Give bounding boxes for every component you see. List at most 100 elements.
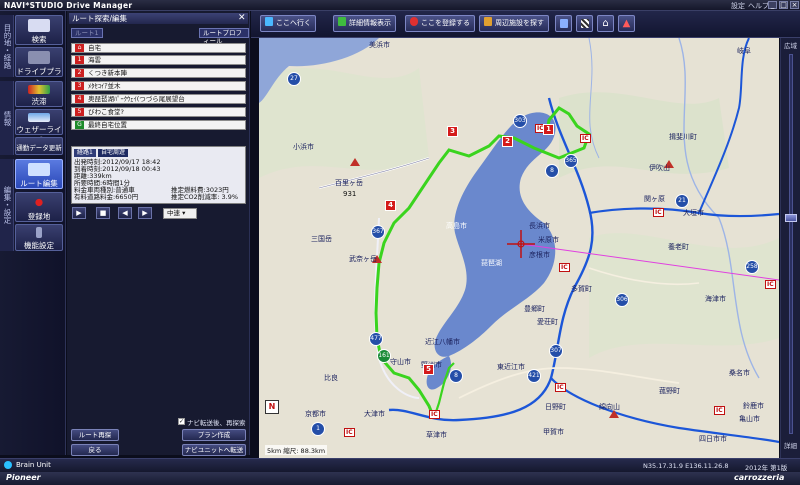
- town-label: 大垣市: [683, 209, 704, 217]
- search-button[interactable]: 検索: [15, 15, 63, 45]
- waypoint-home[interactable]: ⌂ 自宅: [71, 43, 246, 53]
- binoculars-icon: [484, 17, 492, 26]
- sidebar: 目的地・経路 情報 編集・設定 検索 ドライブプラン 渋滞 ウェザーライブ 通勤…: [0, 11, 66, 455]
- zoom-slider-thumb[interactable]: [785, 214, 797, 222]
- waypoint-goal[interactable]: G 最終自宅位置: [71, 120, 246, 130]
- play-button[interactable]: ▶: [72, 207, 86, 219]
- sidebar-group-edit: 編集・設定: [0, 159, 14, 251]
- route-tab[interactable]: ルート1: [71, 28, 103, 38]
- town-label: 四日市市: [699, 435, 727, 443]
- transfer-navi-button[interactable]: ナビユニットへ転送: [182, 444, 246, 456]
- town-label: 京都市: [305, 410, 326, 418]
- town-label: 多賀町: [571, 285, 592, 293]
- weatherlive-button[interactable]: ウェザーライブ: [15, 109, 63, 145]
- zoom-bar: 広域 詳細: [780, 38, 800, 458]
- route-number: 258: [745, 260, 759, 274]
- waypoint-4[interactable]: 4 奥琵琶湖ﾊﾟｰｸｳｪｲ(つづら尾展望台: [71, 94, 246, 104]
- landmark-button[interactable]: 登録地: [15, 192, 63, 222]
- speed-select[interactable]: 中速 ▾: [163, 208, 197, 219]
- town-label: 岐阜: [737, 47, 751, 55]
- route-profile-button[interactable]: ルートプロフィール: [199, 28, 249, 45]
- town-label: 亀山市: [739, 415, 760, 423]
- waypoint-marker[interactable]: 5: [423, 364, 434, 375]
- panel-close-icon[interactable]: ✕: [238, 13, 246, 23]
- route-number: 8: [545, 164, 559, 178]
- zoom-track[interactable]: [789, 54, 793, 434]
- title-bar: NAVI*STUDIO Drive Manager 設定 ヘルプ _ □ ×: [0, 0, 800, 11]
- home-icon: ⌂: [75, 44, 84, 52]
- layers-icon: [560, 19, 568, 28]
- device-icon: [4, 461, 12, 469]
- stop-button[interactable]: ■: [96, 207, 110, 219]
- weather-icon: [28, 113, 50, 122]
- map-scale: 5km 縮尺: 88.3km: [265, 445, 328, 455]
- zoom-wide-label: 広域: [784, 42, 797, 50]
- town-label: 近江八幡市: [425, 338, 460, 346]
- details-button[interactable]: 詳細情報表示: [333, 15, 396, 32]
- town-label: 日野町: [545, 403, 566, 411]
- route-number: 307: [549, 344, 563, 358]
- routeedit-button[interactable]: ルート編集: [15, 159, 63, 189]
- device-settings-button[interactable]: 機能設定: [15, 224, 63, 251]
- compass-icon[interactable]: N: [265, 400, 279, 414]
- route-number: 27: [287, 72, 301, 86]
- north-up-button[interactable]: ▲: [618, 15, 635, 32]
- back-button[interactable]: 戻る: [71, 444, 119, 456]
- waypoint-marker[interactable]: 3: [447, 126, 458, 137]
- register-here-button[interactable]: ここを登録する: [405, 15, 475, 32]
- map-settings-button[interactable]: [555, 15, 572, 32]
- panel-title: ルート探索/編集: [69, 13, 248, 24]
- close-button[interactable]: ×: [790, 1, 799, 9]
- maximize-button[interactable]: □: [779, 1, 788, 9]
- town-label: 彦根市: [529, 251, 550, 259]
- pin-icon: [410, 17, 418, 26]
- map-edition: 2012年 第1版: [745, 464, 788, 472]
- lake-label: 琵琶湖: [481, 259, 502, 267]
- prev-button[interactable]: ◀: [118, 207, 132, 219]
- waypoint-marker[interactable]: 4: [385, 200, 396, 211]
- waypoint-marker[interactable]: 2: [502, 136, 513, 147]
- brain-unit-label: Brain Unit: [16, 461, 51, 469]
- sidebar-group-destination: 目的地・経路: [0, 15, 14, 77]
- route-number: 161: [377, 349, 391, 363]
- town-label: 比良: [324, 374, 338, 382]
- town-label: 高島市: [446, 222, 467, 230]
- tool-icon: [36, 227, 42, 238]
- peak-elevation: 931: [343, 190, 357, 198]
- route-number: 306: [615, 293, 629, 307]
- waypoint-5[interactable]: 5 びわこ食堂?: [71, 107, 246, 117]
- carrozzeria-logo: carrozzeria: [734, 473, 785, 482]
- create-plan-button[interactable]: プラン作成: [182, 429, 246, 441]
- settings-menu[interactable]: 設定: [731, 1, 745, 11]
- waypoint-marker[interactable]: 1: [543, 124, 554, 135]
- congestion-button[interactable]: 渋滞: [15, 81, 63, 107]
- goto-here-button[interactable]: ここへ行く: [260, 15, 316, 32]
- map-toolbar: ここへ行く 詳細情報表示 ここを登録する 周辺施設を探す ⌂ ▲: [251, 11, 800, 38]
- route-number: 477: [369, 332, 383, 346]
- route-research-button[interactable]: ルート再探: [71, 429, 119, 441]
- town-label: 草津市: [426, 431, 447, 439]
- info-tab-route[interactable]: 経路1: [74, 149, 96, 157]
- waypoint-2[interactable]: 2 くつき新本陣: [71, 68, 246, 78]
- qr-icon: [581, 19, 589, 28]
- waypoint-1[interactable]: 1 海雲: [71, 55, 246, 65]
- driveplan-button[interactable]: ドライブプラン: [15, 47, 63, 87]
- coordinates: N35.17.31.9 E136.11.26.8: [643, 462, 729, 470]
- help-menu[interactable]: ヘルプ: [748, 1, 769, 11]
- next-button[interactable]: ▶: [138, 207, 152, 219]
- ic-marker: IC: [765, 280, 776, 289]
- home-button[interactable]: ⌂: [597, 15, 614, 32]
- minimize-button[interactable]: _: [768, 1, 777, 9]
- info-tab-home[interactable]: 自宅周遊: [98, 149, 129, 157]
- waypoint-3[interactable]: 3 ﾒﾀｾｺｲｱ並木: [71, 81, 246, 91]
- town-label: 百里ヶ岳: [335, 179, 363, 187]
- qr-button[interactable]: [576, 15, 593, 32]
- recalc-checkbox[interactable]: ✓: [178, 418, 185, 425]
- town-label: 甲賀市: [543, 428, 564, 436]
- nearby-search-button[interactable]: 周辺施設を探す: [479, 15, 549, 32]
- town-label: 長浜市: [529, 222, 550, 230]
- search-icon: [28, 19, 50, 32]
- realtime-update-button[interactable]: 通勤データ更新: [15, 137, 63, 155]
- map-view[interactable]: 美浜市 高島市 小浜市 長浜市 米原市 彦根市 大垣市 関ヶ原 揖斐川町 伊吹山…: [259, 38, 779, 458]
- route-number: 1: [311, 422, 325, 436]
